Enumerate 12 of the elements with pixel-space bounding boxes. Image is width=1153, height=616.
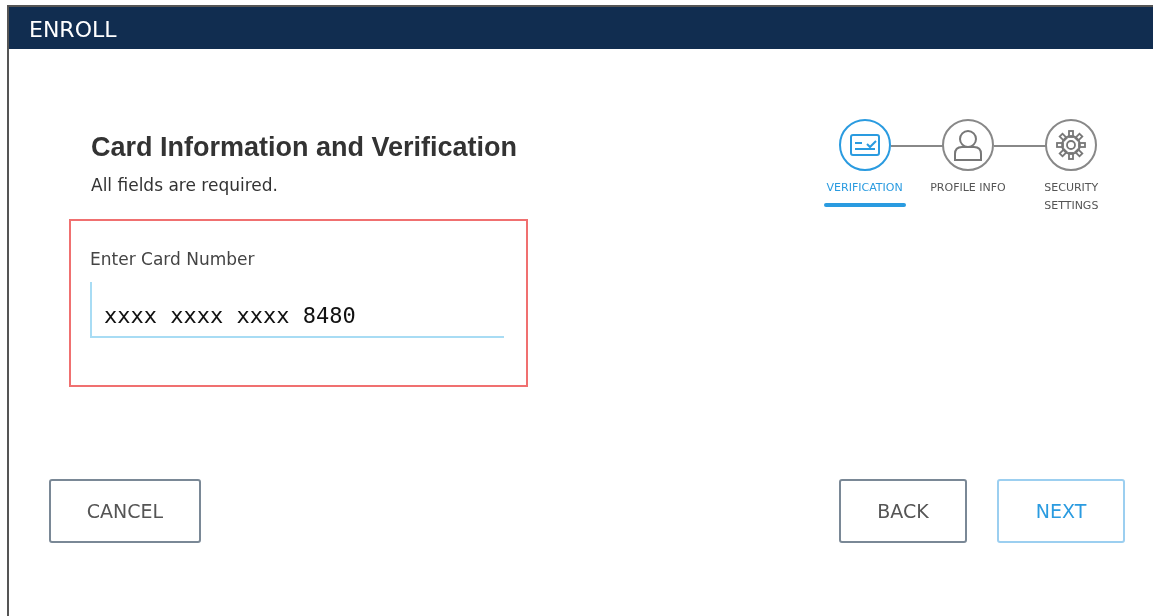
window-title: ENROLL bbox=[29, 17, 117, 42]
page-heading: Card Information and Verification bbox=[91, 131, 519, 164]
card-icon bbox=[849, 134, 880, 156]
field-label: Enter Card Number bbox=[90, 247, 256, 271]
person-icon bbox=[953, 129, 983, 161]
step-label[interactable]: SECURITY SETTINGS bbox=[1031, 179, 1112, 215]
cancel-button[interactable]: CANCEL bbox=[49, 479, 201, 543]
back-button[interactable]: BACK bbox=[839, 479, 967, 543]
step-label[interactable]: PROFILE INFO bbox=[928, 179, 1008, 197]
subheading: All fields are required. bbox=[91, 174, 279, 198]
card-number-field[interactable]: xxxx xxxx xxxx 8480 bbox=[90, 282, 504, 339]
gear-icon bbox=[1056, 130, 1087, 160]
